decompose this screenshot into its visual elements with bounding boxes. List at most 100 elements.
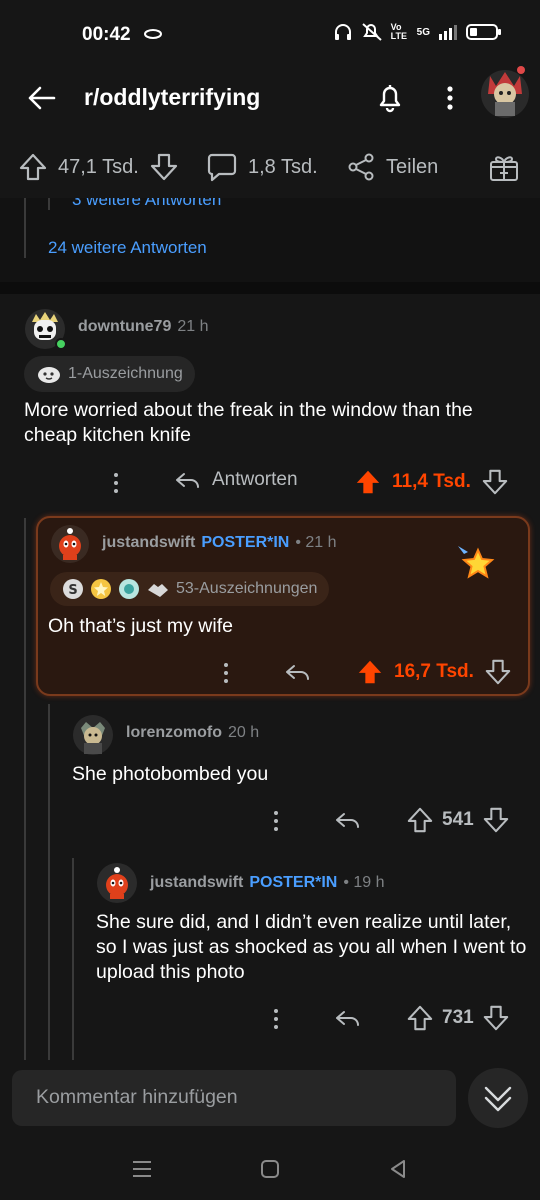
- comment-author[interactable]: justandswift: [150, 874, 243, 892]
- system-nav-bar: [0, 1140, 540, 1200]
- battery-icon: [466, 24, 501, 40]
- back-icon[interactable]: [386, 1157, 410, 1181]
- reply-arrow-icon[interactable]: [334, 808, 362, 832]
- platinum-award-icon: [119, 579, 139, 599]
- comment-time: 21 h: [177, 318, 209, 335]
- handshake-award-icon: [148, 584, 168, 597]
- award-pill[interactable]: S 53-Auszeichnungen: [50, 572, 330, 606]
- comment-body: More worried about the freak in the wind…: [24, 399, 473, 446]
- back-arrow-icon[interactable]: [24, 80, 60, 116]
- comment-vote-group: 16,7 Tsd.: [356, 658, 512, 686]
- avatar[interactable]: [72, 714, 114, 756]
- comment-time: 20 h: [228, 724, 260, 741]
- comments-count-button[interactable]: 1,8 Tsd.: [206, 152, 318, 182]
- comments-count: 1,8 Tsd.: [248, 155, 318, 178]
- status-time: 00:42: [82, 24, 131, 45]
- status-icons: Vo LTE 5G: [333, 22, 502, 42]
- post-vote-group: 47,1 Tsd.: [18, 152, 179, 182]
- headphones-icon: [334, 24, 351, 40]
- downvote-icon[interactable]: [482, 806, 510, 834]
- double-chevron-down-icon: [484, 1086, 512, 1112]
- comments-list[interactable]: 3 weitere Antworten 24 weitere Antworten…: [0, 198, 540, 1060]
- reply-button[interactable]: Antworten: [174, 468, 298, 492]
- mute-icon: [361, 23, 382, 41]
- more-replies-link[interactable]: 3 weitere Antworten: [72, 198, 221, 210]
- avatar[interactable]: [96, 862, 138, 904]
- upvote-filled-icon[interactable]: [354, 468, 382, 496]
- downvote-icon[interactable]: [149, 152, 179, 182]
- thread-line: [72, 858, 74, 1060]
- comment-author[interactable]: justandswift: [102, 534, 195, 552]
- avatar[interactable]: [50, 524, 90, 564]
- comment-vote-group: 541: [406, 806, 510, 834]
- previous-thread-tail: 3 weitere Antworten 24 weitere Antworten: [0, 198, 540, 282]
- comment-divider: [0, 282, 540, 294]
- comment-meta: lorenzomofo 20 h: [126, 724, 259, 742]
- comment-score: 11,4 Tsd.: [392, 471, 471, 492]
- share-button[interactable]: Teilen: [346, 152, 438, 182]
- comment-actions: Antworten 11,4 Tsd.: [102, 468, 522, 498]
- upvote-icon[interactable]: [18, 152, 48, 182]
- more-options-icon[interactable]: [216, 660, 236, 686]
- bell-icon[interactable]: [372, 80, 408, 116]
- comment-body: She sure did, and I didn’t even realize …: [96, 911, 527, 983]
- comment-vote-group: 11,4 Tsd.: [354, 468, 509, 496]
- comment-body: She photobombed you: [72, 763, 269, 785]
- reply-arrow-icon[interactable]: [334, 1006, 362, 1030]
- comment-input[interactable]: Kommentar hinzufügen: [12, 1070, 456, 1126]
- link-icon: [142, 26, 164, 47]
- signal-label: 5G: [416, 26, 430, 38]
- upvote-filled-icon[interactable]: [356, 658, 384, 686]
- award-icon: [38, 367, 60, 383]
- award-text: 1-Auszeichnung: [68, 365, 183, 382]
- op-badge: POSTER*IN: [249, 874, 338, 891]
- silver-award-icon: S: [63, 579, 83, 599]
- more-options-icon[interactable]: [266, 808, 286, 834]
- reply-arrow-icon[interactable]: [284, 660, 312, 684]
- upvote-icon[interactable]: [406, 1004, 434, 1032]
- gold-award-icon: [91, 579, 111, 599]
- recents-icon[interactable]: [130, 1158, 154, 1180]
- collapse-threads-button[interactable]: [468, 1068, 528, 1128]
- more-options-icon[interactable]: [436, 80, 464, 116]
- comment-meta: downtune79 21 h: [78, 318, 208, 336]
- post-action-bar: 47,1 Tsd. 1,8 Tsd. Teilen: [0, 140, 540, 198]
- thread-line: [48, 198, 50, 210]
- more-replies-link[interactable]: 24 weitere Antworten: [48, 238, 207, 258]
- downvote-icon[interactable]: [481, 468, 509, 496]
- award-pill[interactable]: 1-Auszeichnung: [24, 356, 195, 392]
- comment-score: 731: [442, 1007, 474, 1028]
- subreddit-title[interactable]: r/oddlyterrifying: [84, 84, 260, 111]
- avatar[interactable]: [24, 308, 67, 350]
- comment-actions: 541: [266, 806, 522, 836]
- user-avatar[interactable]: [476, 56, 534, 122]
- svg-text:S: S: [68, 583, 77, 598]
- comment-author[interactable]: lorenzomofo: [126, 724, 222, 742]
- comment-vote-group: 731: [406, 1004, 510, 1032]
- comment-meta: justandswift POSTER*IN • 21 h: [102, 534, 337, 552]
- comment-score: 16,7 Tsd.: [394, 661, 474, 682]
- downvote-icon[interactable]: [484, 658, 512, 686]
- more-options-icon[interactable]: [106, 470, 126, 496]
- comment-time: • 19 h: [343, 874, 385, 891]
- op-badge: POSTER*IN: [201, 534, 290, 551]
- comment-composer: Kommentar hinzufügen: [0, 1060, 540, 1140]
- upvote-icon[interactable]: [406, 806, 434, 834]
- comment-body: Oh that’s just my wife: [48, 615, 233, 637]
- comment-meta: justandswift POSTER*IN • 19 h: [150, 874, 385, 892]
- gift-icon: [490, 156, 518, 181]
- home-icon[interactable]: [258, 1157, 282, 1181]
- volte-label: Vo LTE: [390, 22, 407, 41]
- downvote-icon[interactable]: [482, 1004, 510, 1032]
- post-score: 47,1 Tsd.: [58, 155, 139, 178]
- award-text: 53-Auszeichnungen: [176, 580, 318, 597]
- award-gift-button[interactable]: [488, 152, 520, 182]
- comment-actions: 16,7 Tsd.: [216, 658, 522, 688]
- comment-bubble-icon: [207, 153, 237, 182]
- comment-time: • 21 h: [295, 534, 337, 551]
- signal-icon: [439, 25, 457, 40]
- comment-actions: 731: [266, 1004, 522, 1034]
- more-options-icon[interactable]: [266, 1006, 286, 1032]
- share-label: Teilen: [386, 155, 439, 178]
- comment-author[interactable]: downtune79: [78, 318, 171, 336]
